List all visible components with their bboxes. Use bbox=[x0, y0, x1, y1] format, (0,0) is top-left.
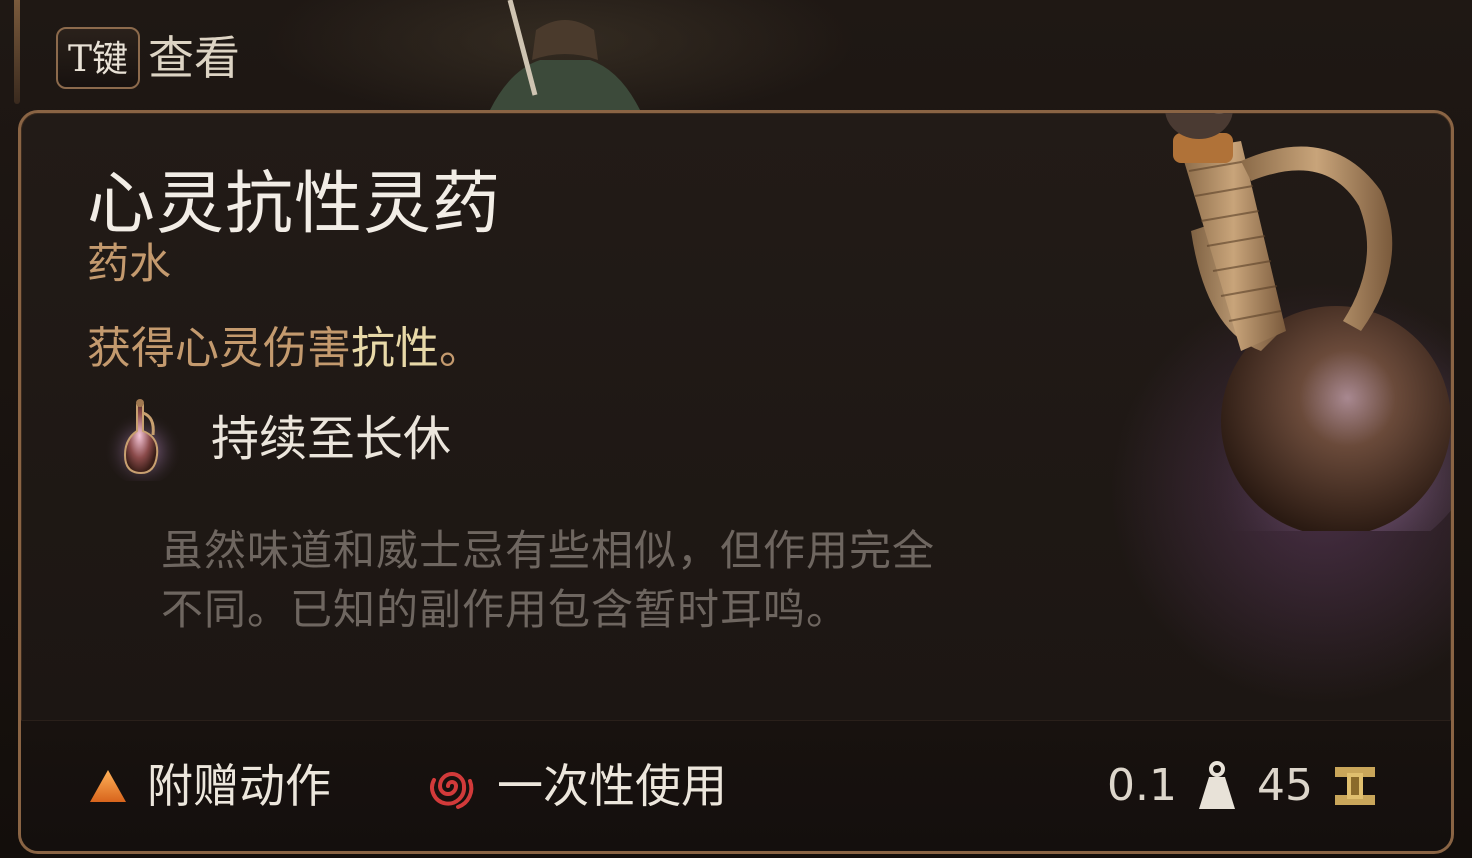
swirl-icon bbox=[430, 772, 474, 809]
potion-bottle-icon bbox=[1151, 113, 1451, 531]
duration-row: 持续至长休 bbox=[97, 397, 451, 481]
bonus-action[interactable]: 附赠动作 bbox=[87, 751, 331, 821]
single-use[interactable]: 一次性使用 bbox=[425, 751, 727, 821]
duration-label: 持续至长休 bbox=[211, 411, 452, 467]
key-t-badge: T键 bbox=[56, 27, 141, 89]
effect-suffix: 。 bbox=[439, 323, 483, 374]
weight-icon bbox=[1199, 761, 1235, 809]
gold-value: 45 bbox=[1257, 760, 1313, 811]
item-stats: 0.1 45 bbox=[1107, 751, 1377, 821]
weight-value: 0.1 bbox=[1107, 760, 1177, 811]
gold-coin-icon bbox=[1335, 767, 1375, 805]
inspect-label: 查看 bbox=[148, 31, 241, 85]
triangle-icon bbox=[90, 770, 126, 802]
item-footer: 附赠动作 一次性使用 0.1 45 bbox=[21, 720, 1451, 851]
character-figure bbox=[490, 0, 640, 110]
item-effect: 获得心灵伤害抗性。 bbox=[87, 321, 483, 377]
flavor-text: 虽然味道和威士忌有些相似，但作用完全不同。已知的副作用包含暂时耳鸣。 bbox=[161, 526, 936, 634]
item-type: 药水 bbox=[87, 239, 172, 288]
item-name: 心灵抗性灵药 bbox=[87, 165, 502, 244]
potion-icon bbox=[105, 399, 181, 481]
effect-keyword[interactable]: 抗性 bbox=[351, 323, 439, 374]
item-tooltip: 心灵抗性灵药 药水 获得心灵伤害抗性。 持续至长休 虽然味道和威士忌有些相似，但… bbox=[18, 110, 1454, 854]
game-screen: T键 查看 心灵抗性灵药 药水 获得心灵伤害抗性。 持续至长休 虽然味道和威士忌… bbox=[0, 0, 1472, 858]
scene-edge-decoration bbox=[14, 0, 20, 104]
inspect-hint[interactable]: T键 查看 bbox=[56, 24, 240, 92]
action-type-label: 附赠动作 bbox=[147, 759, 331, 813]
usage-label: 一次性使用 bbox=[497, 759, 727, 813]
effect-prefix: 获得心灵伤害 bbox=[87, 323, 351, 374]
